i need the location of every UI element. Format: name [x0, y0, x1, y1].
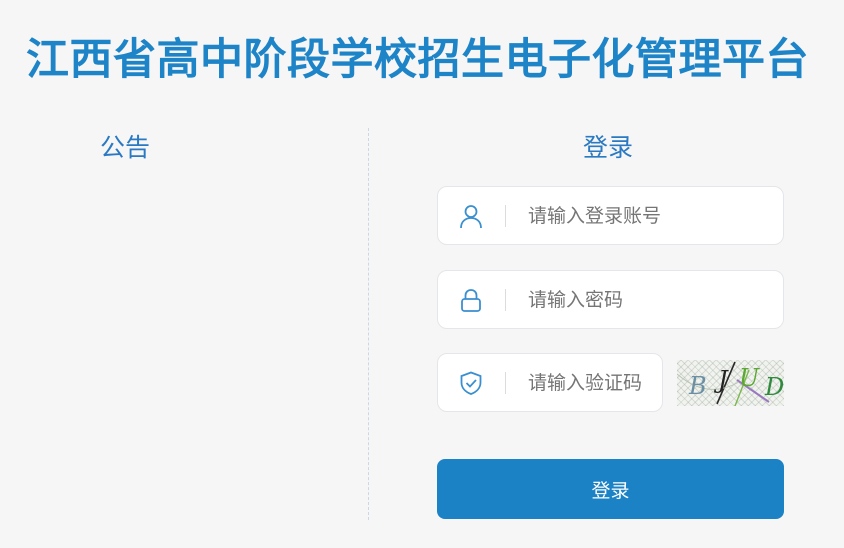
field-separator [505, 372, 506, 394]
password-field [437, 270, 784, 329]
captcha-char: B [689, 372, 707, 400]
captcha-char: D [765, 373, 784, 401]
account-field [437, 186, 784, 245]
captcha-char: U [739, 364, 760, 392]
login-button[interactable]: 登录 [437, 459, 784, 519]
captcha-input[interactable] [528, 366, 652, 400]
account-input[interactable] [528, 199, 773, 233]
captcha-field [437, 353, 663, 412]
section-divider [368, 128, 369, 520]
shield-check-icon [458, 370, 484, 396]
lock-icon [458, 287, 484, 313]
login-title: 登录 [583, 133, 634, 162]
page-title: 江西省高中阶段学校招生电子化管理平台 [26, 35, 809, 85]
field-separator [505, 205, 506, 227]
captcha-image[interactable]: B J U D [677, 360, 784, 406]
captcha-char: J [718, 366, 728, 394]
password-input[interactable] [528, 283, 773, 317]
notice-title: 公告 [100, 133, 151, 162]
field-separator [505, 289, 506, 311]
user-icon [458, 203, 484, 229]
